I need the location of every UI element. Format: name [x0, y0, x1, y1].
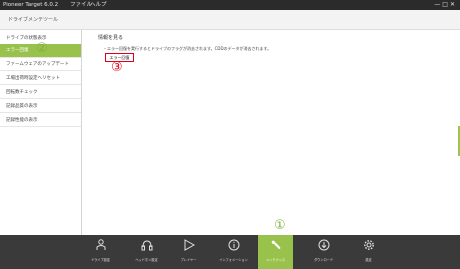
person-icon: [83, 239, 118, 252]
panel-heading: 情報を見る: [98, 35, 124, 41]
step-badge-3: ③: [111, 60, 123, 75]
sidebar-item-rotation-check[interactable]: 回転数チェック: [0, 86, 81, 99]
main-panel: 情報を見る ・エラー回復を実行するとドライブのフラグが消去されます。CDDのデー…: [83, 30, 460, 235]
step-badge-2: ②: [36, 41, 48, 56]
tab-player[interactable]: プレイヤー: [171, 235, 206, 269]
headphone-icon: [129, 239, 164, 252]
sidebar-item-factory-reset[interactable]: 工場出荷時設定へリセット: [0, 72, 81, 85]
tab-headphone[interactable]: ヘッドホン設定: [129, 235, 164, 269]
sidebar-item-label: 記録品質の表示: [6, 104, 38, 109]
wrench-icon: [258, 239, 293, 252]
play-icon: [171, 239, 206, 252]
tab-label: メンテナンス: [265, 258, 286, 262]
section-header: ドライブメンテツール: [0, 10, 460, 30]
panel-description: ・エラー回復を実行するとドライブのフラグが消去されます。CDDのデータが消去され…: [103, 46, 272, 51]
sidebar-item-firmware-update[interactable]: ファームウェアのアップデート: [0, 58, 81, 71]
sidebar: ドライブの状態表示 エラー回復 ファームウェアのアップデート 工場出荷時設定へリ…: [0, 30, 82, 235]
section-title: ドライブメンテツール: [8, 17, 59, 23]
tab-label: ダウンロード: [313, 258, 334, 262]
menu-file[interactable]: ファイル: [70, 0, 92, 10]
menu-help[interactable]: ヘルプ: [90, 0, 107, 10]
download-icon: [306, 239, 341, 252]
tab-maintenance[interactable]: メンテナンス: [258, 235, 293, 269]
sidebar-item-record-quality[interactable]: 記録品質の表示: [0, 100, 81, 113]
tab-download[interactable]: ダウンロード: [306, 235, 341, 269]
sidebar-item-record-performance[interactable]: 記録性能の表示: [0, 114, 81, 127]
tab-settings[interactable]: 設定: [351, 235, 386, 269]
tab-label: 設定: [365, 258, 372, 262]
bottom-nav: ドライブ設定 ヘッドホン設定 プレイヤー インフォメーション メンテナンス ダウ…: [0, 235, 460, 269]
tab-label: ヘッドホン設定: [135, 258, 158, 262]
tab-drive-settings[interactable]: ドライブ設定: [83, 235, 118, 269]
tab-label: インフォメーション: [219, 258, 248, 262]
tab-label: プレイヤー: [180, 258, 197, 262]
step-badge-1: ①: [274, 218, 286, 233]
sidebar-item-label: ファームウェアのアップデート: [6, 62, 69, 67]
tab-info[interactable]: インフォメーション: [216, 235, 251, 269]
title-bar: Pioneer Target 6.0.2 ファイル ヘルプ —□✕: [0, 0, 460, 10]
tab-label: ドライブ設定: [90, 258, 111, 262]
sidebar-item-label: 記録性能の表示: [6, 118, 38, 123]
sidebar-item-label: エラー回復: [6, 48, 29, 53]
sidebar-item-label: 工場出荷時設定へリセット: [6, 76, 60, 81]
gear-icon: [351, 239, 386, 252]
info-icon: [216, 239, 251, 252]
window-controls[interactable]: —□✕: [434, 0, 457, 10]
sidebar-item-label: 回転数チェック: [6, 90, 38, 95]
app-title: Pioneer Target 6.0.2: [3, 2, 59, 8]
